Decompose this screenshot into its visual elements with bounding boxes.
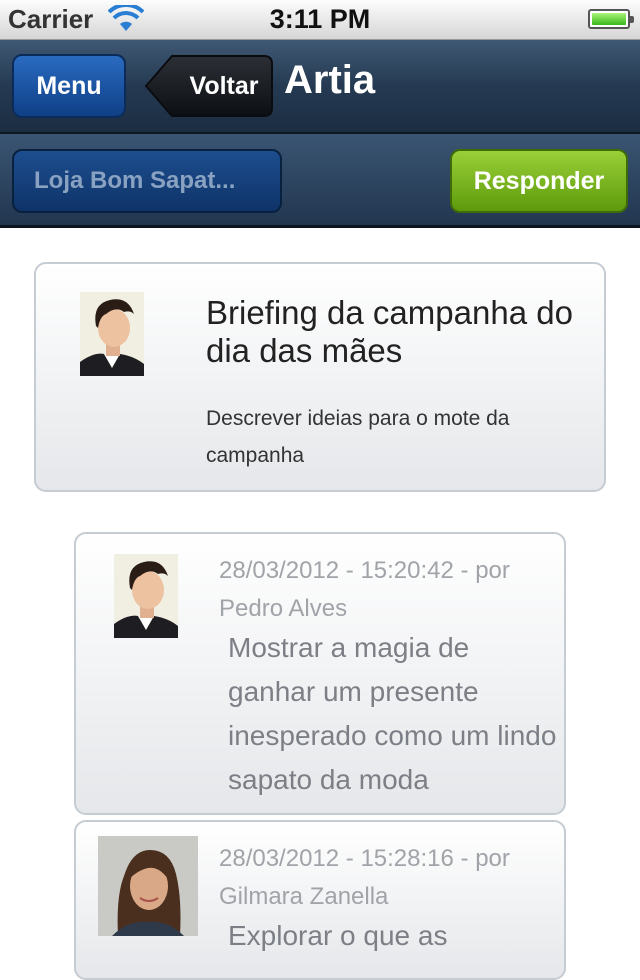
status-time: 3:11 PM (269, 4, 371, 34)
back-button-label: Voltar (189, 71, 259, 100)
comment-meta: 28/03/2012 - 15:20:42 - por Pedro Alves (219, 557, 510, 622)
comment-item[interactable]: 28/03/2012 - 15:28:16 - por Gilmara Zane… (74, 820, 566, 980)
battery-icon (588, 9, 634, 29)
page-title: Artia (284, 58, 376, 102)
status-bar: Carrier 3:11 PM (0, 0, 640, 40)
task-card[interactable]: Briefing da campanha do dia das mães Des… (34, 262, 606, 492)
task-title: Briefing da campanha do dia das mães (206, 294, 573, 369)
comment-text: Mostrar a magia de ganhar um presente in… (228, 632, 557, 795)
battery-fill (592, 13, 626, 25)
task-description: Descrever ideias para o mote da campanha (206, 407, 510, 467)
comment-item[interactable]: 28/03/2012 - 15:20:42 - por Pedro Alves … (74, 532, 566, 815)
back-button[interactable]: Voltar (144, 54, 274, 118)
project-button[interactable]: Loja Bom Sapat... (12, 149, 282, 213)
user-avatar-male-icon (114, 554, 178, 638)
comment-meta: 28/03/2012 - 15:28:16 - por Gilmara Zane… (219, 845, 510, 910)
menu-button[interactable]: Menu (12, 54, 126, 118)
comment-text: Explorar o que as (228, 920, 448, 951)
user-avatar-male-icon (80, 292, 144, 376)
sub-toolbar: Loja Bom Sapat... Responder (0, 134, 640, 228)
user-avatar-female-icon (98, 836, 198, 936)
navigation-bar: Menu Voltar Artia (0, 40, 640, 134)
reply-button[interactable]: Responder (450, 149, 628, 213)
